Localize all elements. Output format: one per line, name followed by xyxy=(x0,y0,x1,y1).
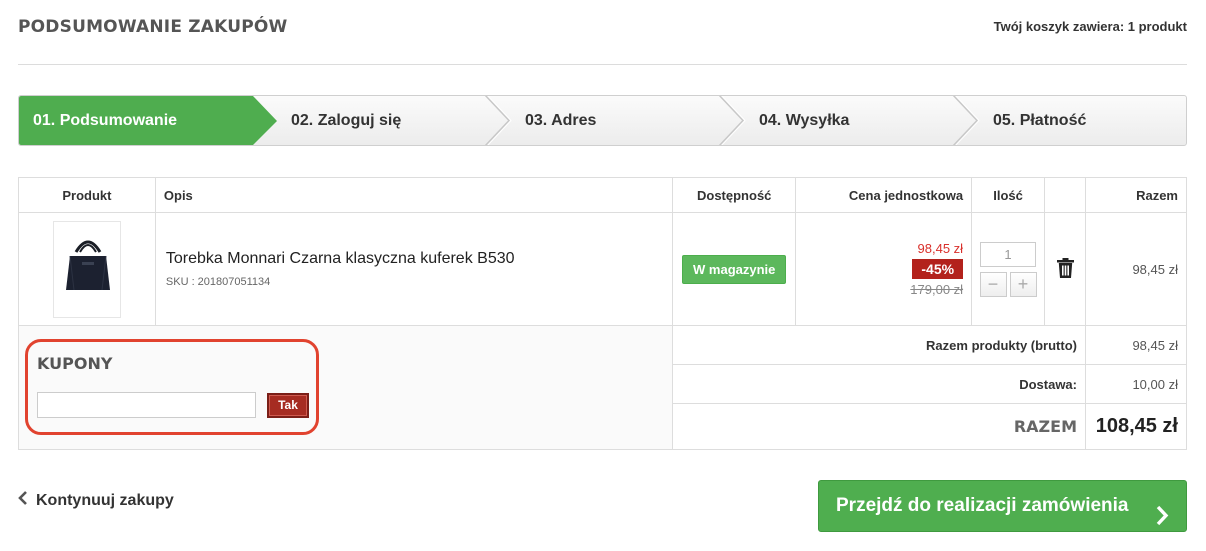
header-description: Opis xyxy=(154,177,674,213)
availability-cell: W magazynie xyxy=(672,212,797,326)
product-name-link[interactable]: Torebka Monnari Czarna klasyczna kuferek… xyxy=(166,250,671,268)
checkout-steps: 01. Podsumowanie 02. Zaloguj się 03. Adr… xyxy=(18,95,1187,146)
continue-shopping-label: Kontynuuj zakupy xyxy=(36,491,174,509)
step-arrow xyxy=(253,96,277,145)
summary-row-products: KUPONY Tak Razem produkty (brutto) 98,45… xyxy=(17,325,1187,450)
line-total: 98,45 zł xyxy=(1085,212,1187,326)
header-delete xyxy=(1044,177,1086,213)
product-sku: SKU : 201807051134 xyxy=(165,276,271,288)
table-row: Torebka Monnari Czarna klasyczna kuferek… xyxy=(18,212,1187,326)
step-shipping[interactable]: 04. Wysyłka xyxy=(745,96,849,145)
step-login[interactable]: 02. Zaloguj się xyxy=(277,96,401,145)
trash-icon[interactable] xyxy=(1056,257,1074,281)
grand-total-label: RAZEM xyxy=(672,403,1086,450)
step-label: 01. Podsumowanie xyxy=(33,112,178,129)
cart-table: Produkt Opis Dostępność Cena jednostkowa… xyxy=(17,177,1187,450)
discount-badge: -45% xyxy=(912,259,964,279)
step-address[interactable]: 03. Adres xyxy=(511,96,596,145)
step-label: 05. Płatność xyxy=(993,112,1087,129)
header-unit-price: Cena jednostkowa xyxy=(795,177,973,213)
header-availability: Dostępność xyxy=(672,177,797,213)
products-total-value: 98,45 zł xyxy=(1085,325,1187,365)
unit-price-cell: 98,45 zł -45% 179,00 zł xyxy=(795,212,973,326)
cart-count: Twój koszyk zawiera: 1 produkt xyxy=(993,19,1187,34)
shipping-label: Dostawa: xyxy=(672,364,1086,404)
price-old: 179,00 zł xyxy=(910,282,964,297)
coupons-title: KUPONY xyxy=(37,354,113,373)
chevron-right-icon xyxy=(1155,496,1169,546)
quantity-plus-button[interactable]: + xyxy=(1009,271,1037,297)
quantity-stepper: − + xyxy=(973,271,1043,297)
header-product: Produkt xyxy=(18,177,156,213)
quantity-minus-button[interactable]: − xyxy=(979,271,1007,297)
step-label: 02. Zaloguj się xyxy=(291,112,402,129)
chevron-left-icon xyxy=(18,491,28,510)
coupons-section: KUPONY Tak xyxy=(17,325,674,450)
product-image-cell xyxy=(18,212,156,326)
coupon-submit-button[interactable]: Tak xyxy=(267,393,309,418)
product-image[interactable] xyxy=(52,220,121,318)
product-description-cell: Torebka Monnari Czarna klasyczna kuferek… xyxy=(154,212,674,326)
price-new: 98,45 zł xyxy=(917,241,964,256)
step-summary[interactable]: 01. Podsumowanie xyxy=(19,96,277,145)
step-label: 04. Wysyłka xyxy=(759,112,850,129)
checkout-label: Przejdź do realizacji zamówienia xyxy=(836,495,1129,516)
quantity-cell: 1 − + xyxy=(971,212,1046,326)
shipping-value: 10,00 zł xyxy=(1085,364,1187,404)
continue-shopping-link[interactable]: Kontynuuj zakupy xyxy=(18,491,174,510)
quantity-input[interactable]: 1 xyxy=(980,241,1037,267)
header-quantity: Ilość xyxy=(971,177,1046,213)
grand-total-value: 108,45 zł xyxy=(1085,403,1187,450)
title-divider xyxy=(18,64,1187,65)
checkout-button[interactable]: Przejdź do realizacji zamówienia xyxy=(818,480,1187,532)
page-title: PODSUMOWANIE ZAKUPÓW xyxy=(18,17,288,37)
step-payment[interactable]: 05. Płatność xyxy=(979,96,1086,145)
delete-cell xyxy=(1044,212,1086,326)
products-total-label: Razem produkty (brutto) xyxy=(672,325,1086,365)
step-label: 03. Adres xyxy=(525,112,597,129)
header-total: Razem xyxy=(1085,177,1187,213)
stock-badge: W magazynie xyxy=(682,254,787,284)
coupon-code-input[interactable] xyxy=(37,392,256,418)
